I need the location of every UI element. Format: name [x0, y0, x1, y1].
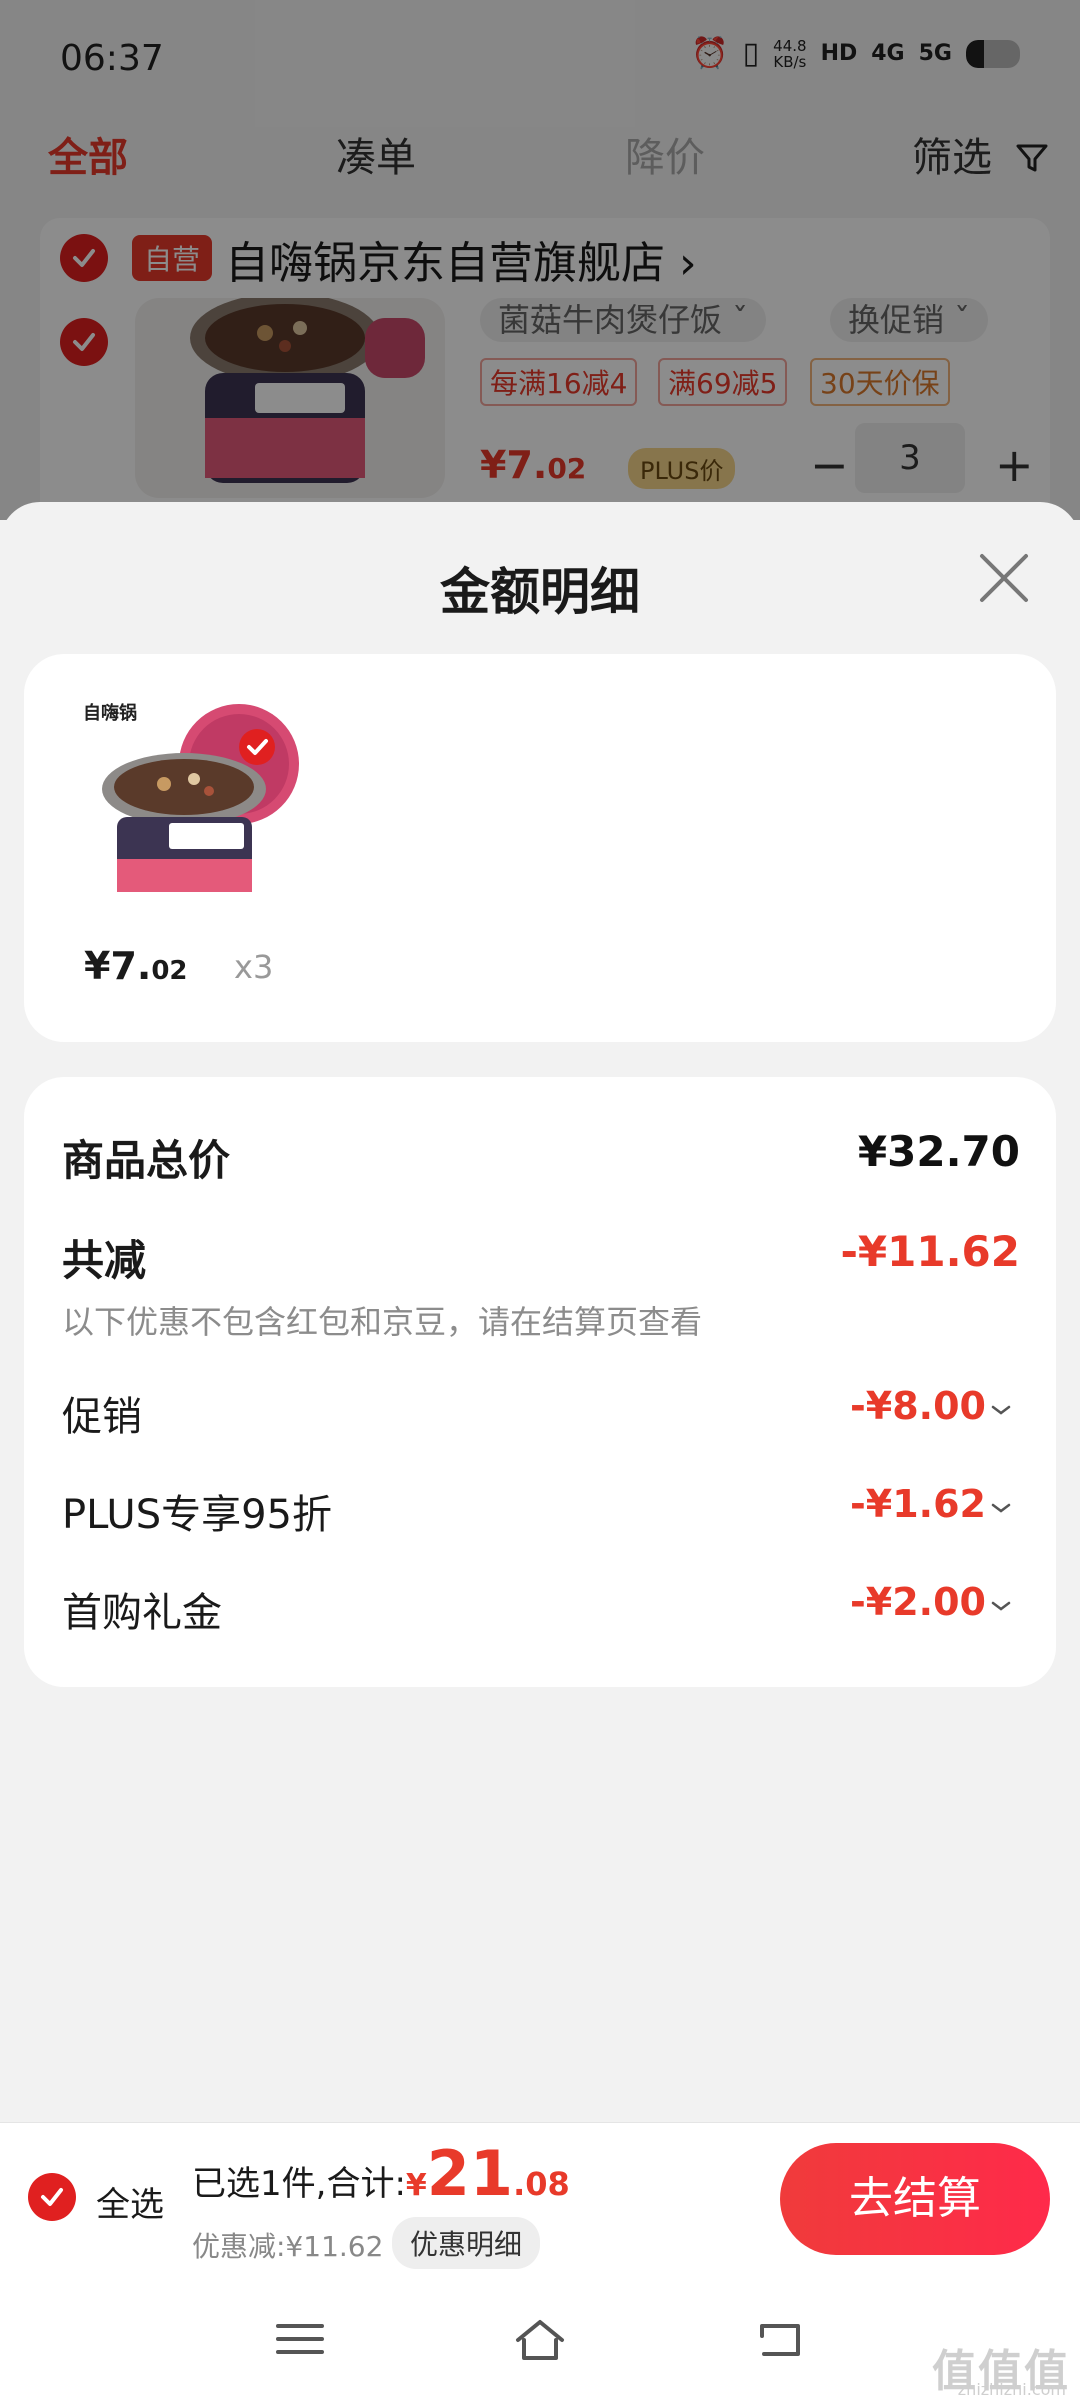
summary-prefix: 已选1件,合计:: [192, 2164, 406, 2204]
reduce-label: 共减: [62, 1236, 147, 1285]
total-price-value: ¥32.70: [857, 1127, 1020, 1176]
checkout-bar: 全选 已选1件,合计:¥21.08 优惠减:¥11.62 优惠明细 去结算: [0, 2122, 1080, 2274]
discount-label: 首购礼金: [62, 1590, 222, 1636]
menu-icon[interactable]: [272, 2314, 328, 2364]
discount-detail-button[interactable]: 优惠明细: [392, 2217, 541, 2269]
select-all-checkbox[interactable]: [28, 2173, 76, 2221]
discount-value: -¥2.00: [850, 1580, 986, 1624]
checkmark-icon: [41, 2188, 63, 2206]
reduce-note: 以下优惠不包含红包和京豆，请在结算页查看: [62, 1303, 703, 1341]
sheet-title: 金额明细: [440, 563, 640, 621]
close-icon[interactable]: [976, 550, 1032, 606]
watermark-url: zhizhizhi.com: [957, 2380, 1066, 2399]
price-breakdown-card: 商品总价 ¥32.70 共减 -¥11.62 以下优惠不包含红包和京豆，请在结算…: [24, 1077, 1056, 1687]
chevron-down-icon[interactable]: [990, 1501, 1012, 1515]
system-nav-bar: [0, 2274, 1080, 2400]
goods-quantity: x3: [234, 948, 274, 986]
discount-value: -¥1.62: [850, 1482, 986, 1526]
discount-label: 促销: [62, 1394, 142, 1440]
goods-card: 自嗨锅 ¥7.02 x3: [24, 654, 1056, 1042]
amount-detail-sheet: 金额明细 自嗨锅 ¥7.02 x3 商品总价 ¥32.70 共减 -¥11.62…: [0, 502, 1080, 2122]
discount-label: PLUS专享95折: [62, 1492, 332, 1538]
discount-value: -¥8.00: [850, 1384, 986, 1428]
svg-text:自嗨锅: 自嗨锅: [83, 702, 137, 724]
total-amount: ¥21.08: [405, 2137, 570, 2210]
discount-summary: 优惠减:¥11.62: [192, 2230, 384, 2263]
modal-overlay[interactable]: [0, 0, 1080, 520]
chevron-down-icon[interactable]: [990, 1599, 1012, 1613]
total-summary: 已选1件,合计:¥21.08: [192, 2137, 570, 2210]
reduce-value: -¥11.62: [840, 1227, 1020, 1276]
back-icon[interactable]: [752, 2314, 808, 2364]
total-price-label: 商品总价: [62, 1136, 231, 1185]
goods-unit-price: ¥7.02: [84, 944, 188, 988]
select-all-label[interactable]: 全选: [96, 2177, 164, 2226]
product-image: 自嗨锅: [81, 701, 299, 892]
home-icon[interactable]: [512, 2314, 568, 2364]
chevron-down-icon[interactable]: [990, 1403, 1012, 1417]
checkout-button[interactable]: 去结算: [780, 2143, 1050, 2255]
